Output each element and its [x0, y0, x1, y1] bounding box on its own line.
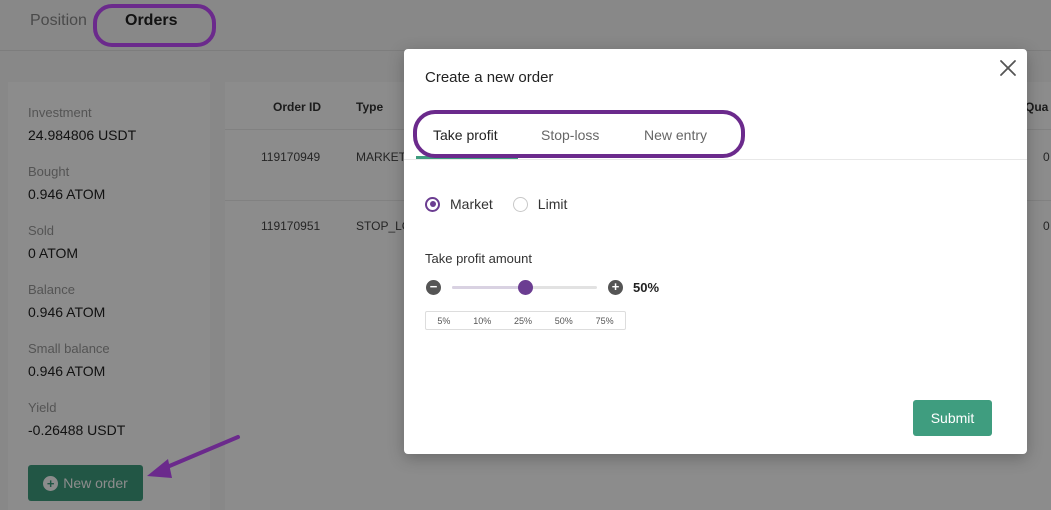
arrow-line [158, 435, 240, 472]
annotation-overlay [93, 4, 745, 478]
arrow-head [147, 459, 172, 478]
highlight-order-tabs [413, 110, 745, 158]
highlight-orders-tab [93, 4, 216, 47]
